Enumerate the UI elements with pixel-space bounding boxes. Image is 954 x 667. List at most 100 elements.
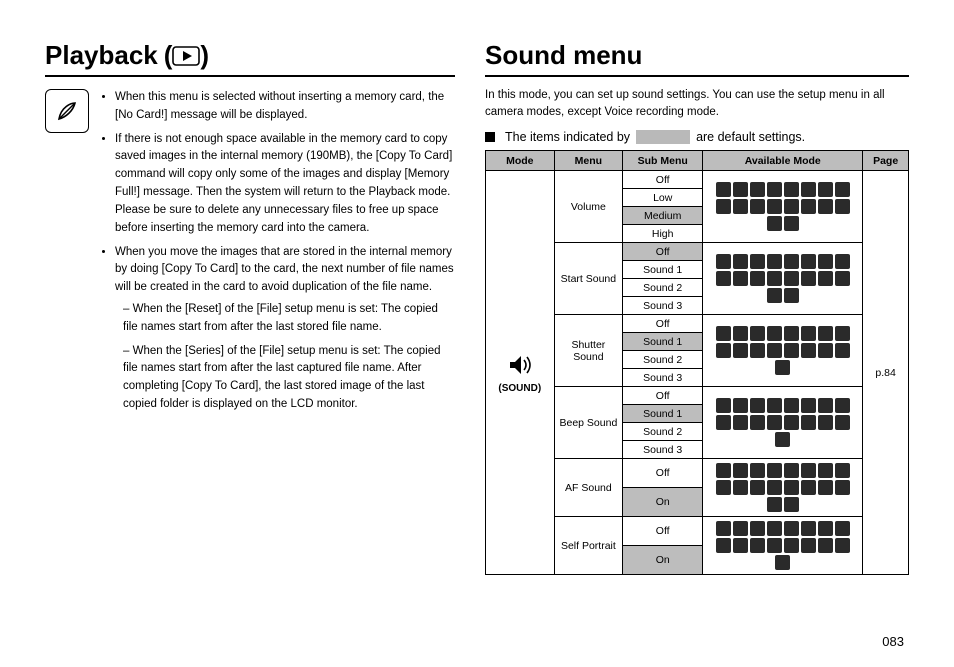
mode-icon — [835, 538, 850, 553]
mode-icon — [801, 538, 816, 553]
mode-icon — [818, 199, 833, 214]
mode-icon — [775, 432, 790, 447]
mode-icon — [733, 199, 748, 214]
submenu-cell: Medium — [623, 207, 703, 225]
mode-icon — [784, 326, 799, 341]
submenu-cell: Off — [623, 459, 703, 488]
mode-icon — [716, 326, 731, 341]
note-box: When this menu is selected without inser… — [45, 89, 455, 420]
mode-icon — [767, 463, 782, 478]
mode-icon — [767, 480, 782, 495]
th-available: Available Mode — [703, 151, 863, 171]
mode-icon — [716, 463, 731, 478]
mode-icon — [818, 326, 833, 341]
page-ref-cell: p.84 — [863, 171, 909, 575]
available-mode-cell — [703, 315, 863, 387]
mode-icon — [801, 480, 816, 495]
bullet-1: When this menu is selected without inser… — [115, 89, 455, 125]
mode-icon — [750, 182, 765, 197]
playback-heading: Playback ( ) — [45, 40, 455, 77]
mode-icon — [801, 326, 816, 341]
mode-icon — [767, 271, 782, 286]
mode-icon — [750, 326, 765, 341]
submenu-cell: Sound 2 — [623, 279, 703, 297]
sound-heading: Sound menu — [485, 40, 909, 77]
submenu-cell: Off — [623, 171, 703, 189]
submenu-cell: Sound 1 — [623, 261, 703, 279]
menu-cell: Start Sound — [554, 243, 623, 315]
mode-icon-grid — [709, 254, 856, 303]
mode-icon — [716, 538, 731, 553]
submenu-cell: Sound 1 — [623, 405, 703, 423]
mode-icon-grid — [709, 521, 856, 570]
mode-icon — [767, 326, 782, 341]
mode-icon — [835, 182, 850, 197]
mode-icon — [733, 326, 748, 341]
mode-icon — [767, 288, 782, 303]
mode-icon-grid — [709, 326, 856, 375]
mode-icon — [835, 343, 850, 358]
mode-icon — [835, 398, 850, 413]
mode-icon — [784, 182, 799, 197]
mode-icon — [750, 254, 765, 269]
menu-cell: Beep Sound — [554, 387, 623, 459]
mode-icon — [767, 497, 782, 512]
play-icon — [172, 46, 200, 66]
available-mode-cell — [703, 171, 863, 243]
submenu-cell: Sound 2 — [623, 351, 703, 369]
right-column: Sound menu In this mode, you can set up … — [485, 40, 909, 647]
mode-icon — [767, 343, 782, 358]
mode-icon — [767, 199, 782, 214]
mode-icon — [835, 326, 850, 341]
sound-table: Mode Menu Sub Menu Available Mode Page (… — [485, 150, 909, 575]
mode-icon — [784, 497, 799, 512]
submenu-cell: Sound 3 — [623, 369, 703, 387]
mode-icon — [784, 463, 799, 478]
mode-icon — [818, 538, 833, 553]
note-body: When this menu is selected without inser… — [101, 89, 455, 420]
default-swatch — [636, 130, 690, 144]
th-page: Page — [863, 151, 909, 171]
mode-icon — [767, 398, 782, 413]
mode-icon — [750, 521, 765, 536]
mode-icon — [733, 538, 748, 553]
mode-icon — [733, 271, 748, 286]
available-mode-cell — [703, 387, 863, 459]
mode-icon-grid — [709, 398, 856, 447]
mode-icon — [784, 538, 799, 553]
mode-icon — [801, 398, 816, 413]
mode-icon — [716, 271, 731, 286]
menu-cell: AF Sound — [554, 459, 623, 517]
mode-icon — [716, 343, 731, 358]
mode-icon — [818, 415, 833, 430]
mode-icon — [733, 343, 748, 358]
mode-icon — [733, 463, 748, 478]
mode-icon — [750, 480, 765, 495]
mode-icon — [818, 182, 833, 197]
mode-icon — [750, 343, 765, 358]
mode-icon — [835, 271, 850, 286]
subpoint-2: When the [Series] of the [File] setup me… — [123, 343, 455, 414]
menu-cell: Volume — [554, 171, 623, 243]
mode-icon — [733, 182, 748, 197]
mode-icon — [767, 182, 782, 197]
mode-icon — [818, 343, 833, 358]
available-mode-cell — [703, 459, 863, 517]
mode-icon — [716, 254, 731, 269]
mode-icon — [835, 254, 850, 269]
menu-cell: Shutter Sound — [554, 315, 623, 387]
bullet-square-icon — [485, 132, 495, 142]
mode-icon — [767, 254, 782, 269]
table-row: (SOUND)VolumeOffp.84 — [486, 171, 909, 189]
mode-icon — [767, 216, 782, 231]
mode-icon — [784, 271, 799, 286]
mode-icon — [801, 521, 816, 536]
mode-icon-grid — [709, 463, 856, 512]
mode-icon — [801, 271, 816, 286]
note-icon — [45, 89, 89, 133]
available-mode-cell — [703, 517, 863, 575]
sound-icon: (SOUND) — [490, 351, 550, 394]
mode-icon — [818, 254, 833, 269]
mode-icon — [784, 415, 799, 430]
table-header-row: Mode Menu Sub Menu Available Mode Page — [486, 151, 909, 171]
